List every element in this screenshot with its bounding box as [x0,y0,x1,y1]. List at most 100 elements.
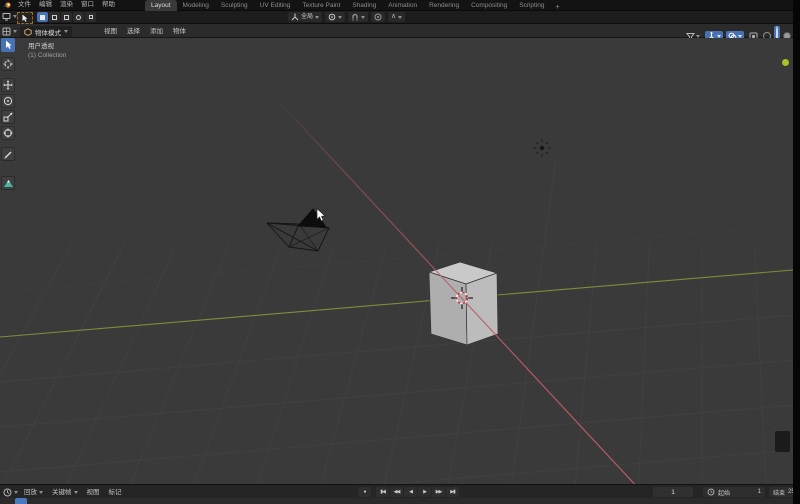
floor-grid [0,158,793,484]
chevron-down-icon [74,491,78,494]
menu-window[interactable]: 窗口 [77,0,98,10]
cursor-tool[interactable] [1,57,15,71]
square-icon [40,15,45,20]
menu-keying[interactable]: 关键帧 [49,487,81,498]
mode-label: 物体模式 [35,27,61,37]
timeline-left: 回放 关键帧 视图 标记 [3,487,125,498]
menu-edit[interactable]: 编辑 [35,0,56,10]
viewport-corner-widget [775,431,790,452]
select-mode-group [37,12,96,22]
add-workspace-button[interactable]: + [551,4,565,11]
proportional-edit-toggle[interactable] [371,12,385,22]
select-mode-subtract-button[interactable] [61,12,72,22]
nav-gizmo-axis-dot[interactable] [782,59,789,66]
scale-icon [3,112,13,122]
mode-dropdown[interactable]: 物体模式 [20,26,72,37]
menu-file[interactable]: 文件 [14,0,35,10]
menu-view-timeline[interactable]: 视图 [84,487,103,498]
magnet-icon [351,13,359,21]
auto-key-button[interactable]: ● [358,487,371,497]
menu-render[interactable]: 渲染 [56,0,77,10]
square-icon [52,15,57,20]
next-keyframe-button[interactable]: ▶▶ [432,487,445,497]
collection-label: (1) Collection [28,52,66,59]
3d-cursor-icon [3,59,13,69]
light-object[interactable] [533,139,551,157]
tab-compositing[interactable]: Compositing [465,0,513,11]
tab-animation[interactable]: Animation [382,0,423,11]
current-frame-field[interactable]: 1 [653,487,693,497]
timeline-track-area[interactable] [0,498,793,504]
tab-shading[interactable]: Shading [346,0,382,11]
playhead-marker[interactable] [15,498,27,504]
menu-object[interactable]: 物体 [169,26,190,37]
tab-uv-editing[interactable]: UV Editing [254,0,297,11]
chevron-down-icon [315,16,319,19]
timeline-editor-selector[interactable] [3,488,18,497]
jump-to-start-button[interactable]: ▮◀ [376,487,389,497]
tool-settings-row: 全局 ∧ [0,11,793,24]
menu-marker[interactable]: 标记 [106,487,125,498]
pencil-icon [3,149,13,159]
viewport-menus: 视图 选择 添加 物体 [100,26,190,37]
rotate-tool[interactable] [1,94,15,108]
play-reverse-button[interactable]: ◀ [404,487,417,497]
tab-texture-paint[interactable]: Texture Paint [296,0,346,11]
tab-rendering[interactable]: Rendering [423,0,465,11]
menu-add[interactable]: 添加 [146,26,167,37]
falloff-curve-icon: ∧ [391,13,396,21]
display-icon [2,12,11,21]
proportional-edit-icon [374,13,382,21]
playback-controls: ● ▮◀ ◀◀ ◀ ▶ ▶▶ ▶▮ [358,487,459,497]
orientation-dropdown[interactable]: 全局 [288,12,322,22]
orientation-label: 全局 [301,13,313,21]
select-box-tool[interactable] [1,38,15,52]
proportional-falloff-dropdown[interactable]: ∧ [388,12,405,22]
circle-icon [76,15,81,20]
small-square-icon [89,15,93,19]
blender-logo-icon[interactable] [3,1,12,9]
pivot-icon [328,13,336,21]
start-value: 1 [758,489,761,495]
annotate-tool[interactable] [1,147,15,161]
topbar-editor-selector[interactable] [2,12,17,21]
menu-view[interactable]: 视图 [100,26,121,37]
play-button[interactable]: ▶ [418,487,431,497]
measure-tool[interactable] [1,176,15,190]
viewport-editor-selector[interactable] [2,27,17,36]
tab-scripting[interactable]: Scripting [513,0,550,11]
axes-icon [291,13,299,21]
menu-help[interactable]: 帮助 [98,0,119,10]
blender-window: 文件 编辑 渲染 窗口 帮助 Layout Modeling Sculpting… [0,0,800,504]
snap-dropdown[interactable] [348,12,368,22]
frame-start-field[interactable]: 起始 1 [703,487,765,497]
mouse-cursor [316,208,326,222]
select-mode-intersect-button[interactable] [85,12,96,22]
y-axis-line [0,270,793,337]
timeline-header: 回放 关键帧 视图 标记 ● ▮◀ ◀◀ ◀ ▶ ▶▶ ▶▮ 1 起始 1 结 [0,484,793,498]
select-mode-new-button[interactable] [37,12,48,22]
select-mode-invert-button[interactable] [73,12,84,22]
tab-sculpting[interactable]: Sculpting [215,0,254,11]
object-mode-icon [24,28,32,36]
viewport-header-left: 物体模式 [2,26,72,37]
3d-viewport[interactable]: 用户透视 (1) Collection [0,38,793,484]
menu-select[interactable]: 选择 [123,26,144,37]
pivot-point-dropdown[interactable] [325,12,345,22]
chevron-down-icon [14,491,18,494]
jump-to-end-button[interactable]: ▶▮ [446,487,459,497]
transform-icon [3,128,13,138]
select-mode-extend-button[interactable] [49,12,60,22]
move-tool[interactable] [1,78,15,92]
prev-keyframe-button[interactable]: ◀◀ [390,487,403,497]
menu-playback[interactable]: 回放 [21,487,46,498]
scale-tool[interactable] [1,110,15,124]
active-tool-indicator[interactable] [17,12,33,24]
clock-icon [707,488,715,496]
tab-layout[interactable]: Layout [145,0,177,11]
chevron-down-icon [338,16,342,19]
start-label: 起始 [718,488,730,497]
tab-modeling[interactable]: Modeling [177,0,215,11]
transform-tool[interactable] [1,126,15,140]
select-cursor-icon [4,40,13,50]
